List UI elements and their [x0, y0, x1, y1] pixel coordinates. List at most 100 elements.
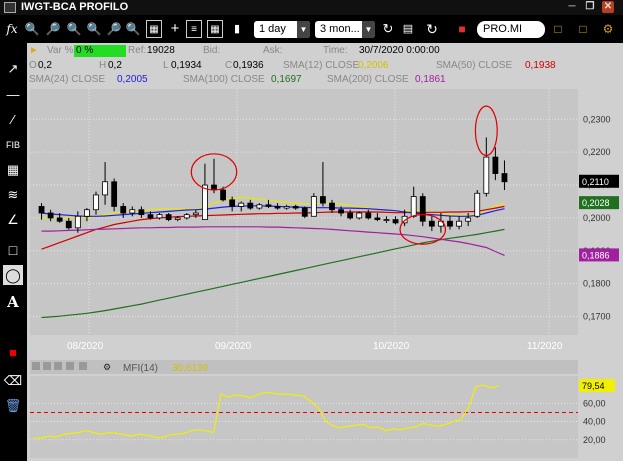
settings-icon[interactable]: ⚙: [600, 20, 616, 38]
grid-icon[interactable]: ▦: [146, 20, 162, 38]
candle-body: [383, 219, 390, 221]
candle-body: [256, 204, 263, 209]
sma100-value: 0,1697: [271, 74, 302, 85]
zoom-x-icon[interactable]: 🔍: [86, 20, 102, 38]
price-tick-label: 0,2300: [583, 114, 611, 124]
chart-panel: ► Var % 0 % Ref: 19028 Bid: Ask: Time: 3…: [27, 43, 623, 461]
date-tick-label: 08/2020: [67, 341, 104, 352]
candle-body: [192, 212, 199, 216]
color-icon[interactable]: ■: [453, 20, 471, 38]
candle-body: [501, 173, 508, 183]
horizontal-line-icon[interactable]: —: [3, 85, 23, 105]
var-label: Var %: [47, 45, 74, 56]
minimize-pane-icon[interactable]: [32, 362, 40, 370]
price-tick-label: 0,1700: [583, 312, 611, 322]
chart-type-icon[interactable]: ▮: [229, 20, 245, 38]
list-icon[interactable]: ≡: [186, 20, 202, 38]
open-value: 0,2: [38, 60, 52, 71]
refresh-icon[interactable]: ↻: [423, 20, 441, 38]
grid-lines-icon[interactable]: ▦: [3, 160, 23, 180]
var-value: 0 %: [74, 45, 126, 57]
ask-label: Ask:: [263, 45, 283, 56]
arrow-line-icon[interactable]: ↗: [3, 59, 23, 79]
restore-pane-icon[interactable]: [43, 362, 51, 370]
candle-body: [129, 209, 136, 214]
candle-body: [229, 199, 236, 207]
window-title: IWGT-BCA PROFILO: [21, 1, 129, 13]
rectangle-icon[interactable]: □: [3, 240, 23, 260]
open-label: O: [29, 60, 37, 71]
sma200-value: 0,1861: [415, 74, 446, 85]
mfi-tick-label: 20,00: [583, 435, 606, 445]
candle-body: [174, 217, 181, 220]
candle-body: [65, 220, 72, 229]
symbol-input[interactable]: PRO.MI: [477, 21, 545, 38]
settings-pane-icon[interactable]: ⚙: [103, 362, 111, 372]
price-chart[interactable]: 0,23000,22000,21000,20000,19000,18000,17…: [27, 89, 623, 461]
candle-body: [38, 206, 45, 214]
sma12-value: 0,2006: [358, 60, 389, 71]
candle-body: [447, 220, 453, 227]
folder-icon[interactable]: □: [550, 20, 566, 38]
trash-icon[interactable]: 🗑: [3, 396, 23, 416]
restore-icon[interactable]: ❐: [584, 1, 596, 13]
price-axis: 0,23000,22000,21000,20000,19000,18000,17…: [579, 114, 619, 322]
candle-body: [374, 217, 381, 220]
zoom-y-icon[interactable]: 🔎: [106, 20, 122, 38]
gann-icon[interactable]: ≋: [3, 185, 23, 205]
candle-body: [220, 189, 226, 201]
date-tick-label: 09/2020: [215, 341, 252, 352]
zoom-reset-icon[interactable]: 🔍: [125, 20, 141, 38]
move-down-pane-icon[interactable]: [79, 362, 87, 370]
candle-body: [93, 194, 99, 211]
formula-button[interactable]: fx: [3, 20, 21, 38]
layout-icon[interactable]: ▤: [400, 20, 416, 38]
zoom-fit-icon[interactable]: 🔍: [66, 20, 82, 38]
zoom-out-icon[interactable]: 🔎: [45, 20, 61, 38]
zoom-in-icon[interactable]: 🔍: [24, 20, 40, 38]
text-tool-icon[interactable]: A: [3, 292, 23, 312]
move-up-pane-icon[interactable]: [66, 362, 74, 370]
candle-body: [156, 214, 163, 219]
chevron-down-icon: ▼: [297, 21, 310, 38]
price-tag-label: 0,2110: [582, 177, 609, 187]
save-icon[interactable]: □: [575, 20, 591, 38]
crosshair-icon[interactable]: +: [167, 20, 183, 38]
date-axis: 08/2020 09/2020 10/2020 11/2020: [67, 341, 563, 352]
fibonacci-icon[interactable]: FIB: [3, 135, 23, 155]
candle-body: [356, 212, 363, 219]
range-select[interactable]: 3 mon... ▼: [315, 21, 375, 38]
candle-body: [102, 181, 108, 196]
ellipse-icon[interactable]: ◯: [3, 265, 23, 285]
candle-body: [474, 192, 481, 217]
mfi-tag-label: 79,54: [582, 381, 605, 391]
chevron-down-icon: ▼: [362, 21, 375, 38]
eraser-icon[interactable]: ⌫: [3, 371, 23, 391]
info-arrow-icon: ►: [29, 45, 39, 56]
candle-body: [301, 207, 308, 217]
close-pane-icon[interactable]: [54, 362, 62, 370]
date-tick-label: 10/2020: [373, 341, 410, 352]
sma100-label: SMA(100) CLOSE: [183, 74, 265, 85]
close-icon[interactable]: ✕: [602, 1, 614, 13]
candle-body: [274, 206, 281, 209]
minimize-icon[interactable]: ─: [566, 1, 578, 13]
candle-body: [111, 181, 118, 207]
channel-icon[interactable]: ⁄: [3, 110, 23, 130]
color-picker-icon[interactable]: ■: [3, 343, 23, 363]
candle-body: [147, 214, 154, 219]
toolbar: fx 🔍 🔎 🔍 🔍 🔎 🔍 ▦ + ≡ ▦ ▮ 1 day ▼ 3 mon...…: [0, 15, 623, 43]
candle-body: [247, 202, 254, 209]
candle-body: [483, 156, 490, 194]
candle-body: [283, 206, 290, 209]
candle-body: [74, 215, 81, 229]
time-label: Time:: [323, 45, 348, 56]
drawing-toolbar: ↗ — ⁄ FIB ▦ ≋ ∠ □ ◯ A ■ ⌫ 🗑: [0, 43, 27, 461]
candle-body: [320, 196, 326, 204]
candle-body: [392, 219, 399, 224]
link-icon[interactable]: ↻: [380, 20, 396, 38]
table-icon[interactable]: ▦: [207, 20, 223, 38]
period-select[interactable]: 1 day ▼: [254, 21, 310, 38]
fan-icon[interactable]: ∠: [3, 210, 23, 230]
mfi-plot-area: [30, 376, 578, 458]
